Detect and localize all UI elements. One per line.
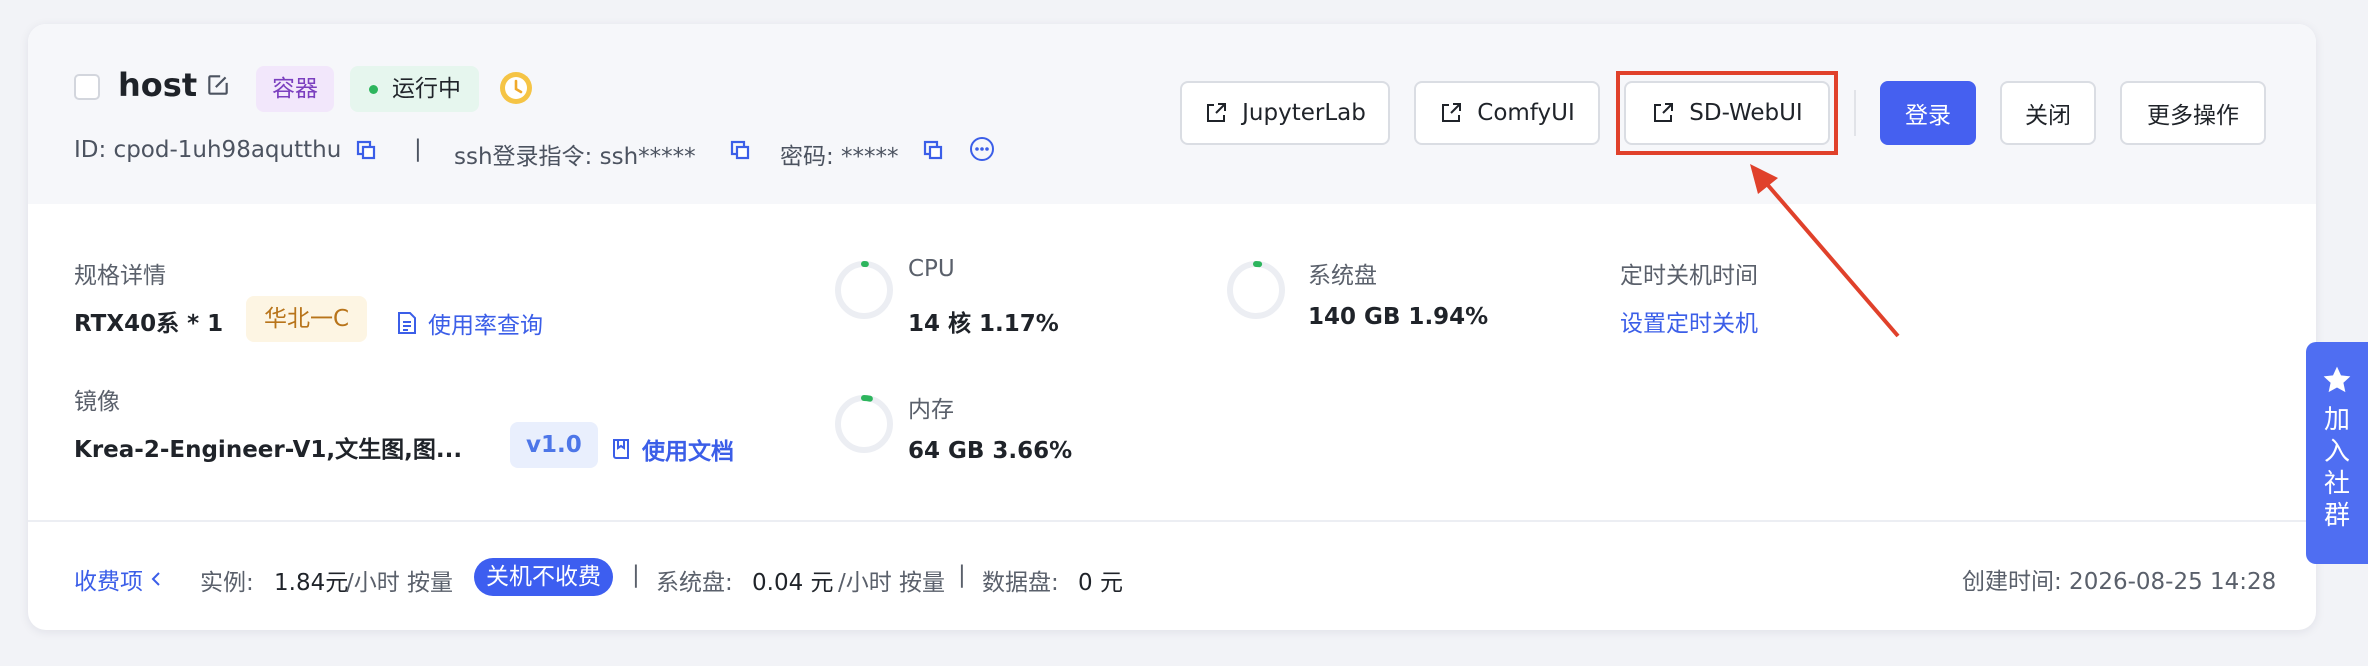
billing-toggle[interactable]: 收费项 — [74, 562, 163, 596]
docs-link[interactable]: 使用文档 — [610, 432, 734, 466]
action-divider — [1854, 90, 1856, 136]
instance-id: ID: cpod-1uh98aqutthu — [74, 137, 342, 163]
meta-divider: | — [414, 136, 422, 162]
login-button[interactable]: 登录 — [1880, 81, 1976, 145]
cpu-value: 14 核 1.17% — [908, 311, 1059, 337]
data-disk-label: 数据盘: — [982, 570, 1059, 596]
created-time: 创建时间: 2026-08-25 14:28 — [1962, 569, 2277, 595]
region-tag: 华北一C — [246, 296, 368, 342]
data-disk-price: 0 元 — [1078, 570, 1123, 596]
annotation-highlight-box — [1616, 71, 1838, 155]
spec-value: RTX40系 * 1 — [74, 311, 224, 337]
ssh-command: ssh登录指令: ssh***** — [454, 144, 696, 170]
status-dot — [369, 85, 378, 94]
memory-value: 64 GB 3.66% — [908, 438, 1073, 464]
close-button[interactable]: 关闭 — [2000, 81, 2096, 145]
clock-icon[interactable] — [498, 70, 534, 106]
join-community-tab[interactable]: 加入社群 — [2306, 342, 2368, 564]
instance-card: host 容器 运行中 ID: cpod-1uh98aqutthu | ssh登… — [28, 24, 2316, 630]
select-checkbox[interactable] — [74, 74, 100, 100]
external-link-icon — [1207, 103, 1227, 122]
status-text: 运行中 — [392, 76, 461, 102]
book-icon — [613, 439, 629, 459]
cpu-label: CPU — [908, 256, 955, 282]
memory-label: 内存 — [908, 397, 954, 423]
password: 密码: ***** — [780, 144, 899, 170]
shutdown-free-badge: 关机不收费 — [474, 558, 613, 596]
jupyterlab-button[interactable]: JupyterLab — [1180, 81, 1390, 145]
jupyterlab-label: JupyterLab — [1242, 100, 1366, 126]
disk-label: 系统盘 — [1308, 263, 1377, 289]
type-tag: 容器 — [256, 66, 334, 112]
instance-name: host — [118, 66, 198, 104]
copy-id-icon[interactable] — [354, 138, 378, 162]
usage-query-link[interactable]: 使用率查询 — [396, 306, 543, 340]
disk-price-unit: /小时 按量 — [838, 570, 946, 596]
image-version-tag: v1.0 — [510, 422, 598, 468]
more-actions-button[interactable]: 更多操作 — [2120, 81, 2266, 145]
external-link-icon — [1442, 103, 1462, 122]
instance-price-unit: /小时 按量 — [346, 570, 454, 596]
docs-label: 使用文档 — [642, 439, 734, 465]
chevron-left-icon — [151, 572, 160, 586]
more-icon[interactable] — [969, 136, 995, 162]
billing-toggle-label: 收费项 — [74, 569, 143, 595]
comfyui-button[interactable]: ComfyUI — [1414, 81, 1600, 145]
instance-price-label: 实例: — [200, 570, 254, 596]
footer-separator-1: | — [632, 562, 640, 588]
star-icon — [2323, 366, 2351, 393]
status-badge: 运行中 — [350, 66, 479, 112]
disk-value: 140 GB 1.94% — [1308, 304, 1489, 330]
memory-usage-ring — [835, 395, 893, 453]
comfyui-label: ComfyUI — [1477, 100, 1575, 126]
document-icon — [398, 312, 416, 334]
image-value: Krea-2-Engineer-V1,文生图,图... — [74, 437, 463, 463]
copy-password-icon[interactable] — [921, 138, 945, 162]
disk-price-label: 系统盘: — [656, 570, 733, 596]
copy-ssh-icon[interactable] — [728, 138, 752, 162]
spec-label: 规格详情 — [74, 263, 166, 289]
cpu-usage-ring — [835, 261, 893, 319]
join-community-label: 加入社群 — [2323, 405, 2350, 531]
footer-separator-2: | — [958, 562, 966, 588]
disk-usage-ring — [1227, 261, 1285, 319]
instance-price: 1.84元 — [274, 570, 349, 596]
image-label: 镜像 — [74, 389, 120, 415]
edit-icon[interactable] — [205, 72, 231, 98]
annotation-arrow — [1750, 164, 1900, 338]
disk-price: 0.04 元 — [752, 570, 834, 596]
usage-query-label: 使用率查询 — [428, 313, 543, 339]
